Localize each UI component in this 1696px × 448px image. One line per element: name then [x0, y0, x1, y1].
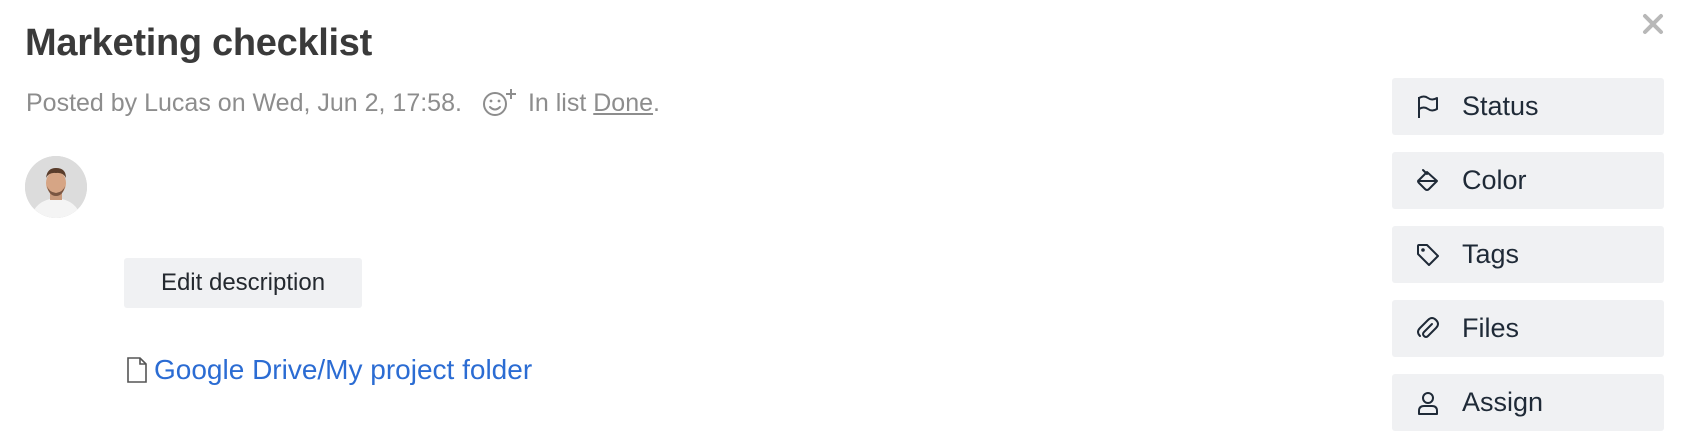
edit-description-button[interactable]: Edit description	[124, 258, 362, 308]
card-title: Marketing checklist	[25, 22, 372, 64]
tags-label: Tags	[1462, 239, 1520, 269]
paperclip-icon	[1414, 315, 1442, 343]
card-actions-sidebar: Status Color Tags Files Assign	[1392, 78, 1664, 448]
tags-button[interactable]: Tags	[1392, 226, 1664, 283]
status-label: Status	[1462, 91, 1539, 121]
card-meta: Posted by Lucas on Wed, Jun 2, 17:58. In…	[26, 88, 660, 118]
add-reaction-button[interactable]	[482, 88, 518, 118]
close-button[interactable]	[1635, 6, 1671, 42]
files-label: Files	[1462, 313, 1520, 343]
meta-suffix: .	[653, 88, 660, 117]
avatar[interactable]	[25, 156, 87, 218]
color-label: Color	[1462, 165, 1527, 195]
assign-button[interactable]: Assign	[1392, 374, 1664, 431]
avatar-photo	[25, 156, 87, 218]
smiley-plus-icon	[482, 89, 516, 116]
attachment-link[interactable]: Google Drive/My project folder	[154, 354, 532, 386]
user-icon	[1414, 389, 1442, 417]
close-icon	[1643, 14, 1663, 34]
attachment-item: Google Drive/My project folder	[126, 354, 532, 386]
status-button[interactable]: Status	[1392, 78, 1664, 135]
files-button[interactable]: Files	[1392, 300, 1664, 357]
paint-bucket-icon	[1414, 167, 1442, 195]
assign-label: Assign	[1462, 387, 1544, 417]
list-link[interactable]: Done	[593, 89, 653, 118]
color-button[interactable]: Color	[1392, 152, 1664, 209]
tag-icon	[1414, 241, 1442, 269]
file-icon	[127, 357, 147, 383]
posted-by-text: Posted by Lucas on Wed, Jun 2, 17:58.	[26, 88, 462, 117]
flag-icon	[1414, 93, 1442, 121]
in-list-text: In list	[527, 88, 587, 117]
